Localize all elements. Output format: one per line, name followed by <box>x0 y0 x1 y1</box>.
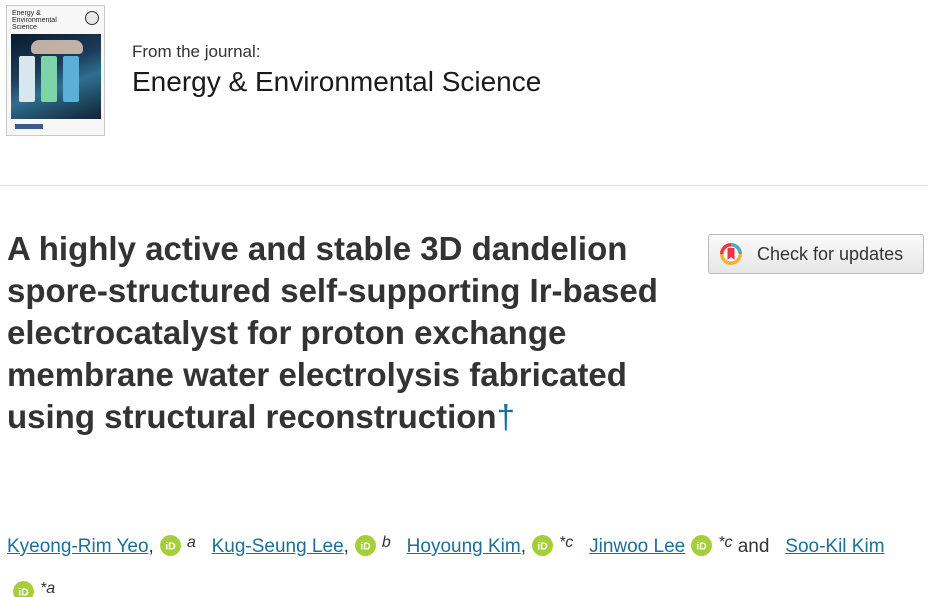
author-name-link[interactable]: Jinwoo Lee <box>589 536 685 557</box>
article-title: A highly active and stable 3D dandelion … <box>7 228 687 438</box>
author-name-link[interactable]: Kug-Seung Lee <box>212 536 344 557</box>
author-separator: , <box>148 536 154 557</box>
cover-publisher-logo <box>15 124 43 129</box>
author-list: Kyeong-Rim Yeo, iD a Kug-Seung Lee, iD b Hoy… <box>7 522 917 597</box>
orcid-icon[interactable]: iD <box>532 534 554 556</box>
journal-name-link[interactable]: Energy & Environmental Science <box>132 66 541 98</box>
orcid-icon[interactable]: iD <box>13 580 34 597</box>
check-for-updates-button[interactable]: Check for updates <box>708 234 924 274</box>
header-divider <box>0 185 928 186</box>
author-name-link[interactable]: Soo-Kil Kim <box>785 536 884 557</box>
author-affiliation: *a <box>40 580 56 597</box>
footnote-dagger-link[interactable]: † <box>497 398 515 435</box>
cover-artwork <box>11 34 101 119</box>
svg-text:iD: iD <box>537 540 548 552</box>
cover-badge-icon <box>85 11 99 25</box>
author-separator: , <box>343 536 349 557</box>
orcid-icon[interactable]: iD <box>159 534 181 556</box>
journal-cover-image[interactable]: Energy & Environmental Science <box>6 5 105 136</box>
author-item: Kug-Seung Lee, iD b <box>212 534 391 557</box>
svg-text:iD: iD <box>696 540 707 552</box>
cover-hand-shape <box>31 40 83 54</box>
author-separator: , <box>520 536 527 557</box>
author-affiliation: a <box>186 534 196 551</box>
author-name-link[interactable]: Kyeong-Rim Yeo <box>7 536 149 557</box>
orcid-icon[interactable]: iD <box>354 534 376 556</box>
cover-panel-middle <box>41 56 57 102</box>
journal-header: Energy & Environmental Science From the … <box>0 0 928 185</box>
author-affiliation: b <box>381 534 391 551</box>
article-page: Energy & Environmental Science From the … <box>0 0 928 597</box>
check-for-updates-label: Check for updates <box>757 243 904 264</box>
from-journal-label: From the journal: <box>132 42 261 61</box>
cover-title: Energy & Environmental Science <box>12 10 57 31</box>
svg-text:iD: iD <box>360 540 371 552</box>
author-separator: and <box>737 536 770 557</box>
crossmark-icon <box>720 243 742 265</box>
author-affiliation: *c <box>559 534 574 551</box>
svg-text:iD: iD <box>18 586 29 597</box>
article-title-text: A highly active and stable 3D dandelion … <box>7 230 658 435</box>
svg-text:iD: iD <box>165 540 176 552</box>
orcid-icon[interactable]: iD <box>691 534 713 556</box>
author-name-link[interactable]: Hoyoung Kim <box>407 536 521 557</box>
author-item: Hoyoung Kim, iD *c <box>407 534 574 557</box>
author-item: Jinwoo Lee iD *c and <box>589 534 770 557</box>
author-affiliation: *c <box>718 534 733 551</box>
author-item: Kyeong-Rim Yeo, iD a <box>7 534 196 557</box>
cover-panel-left <box>19 56 35 102</box>
cover-panel-right <box>63 56 79 102</box>
